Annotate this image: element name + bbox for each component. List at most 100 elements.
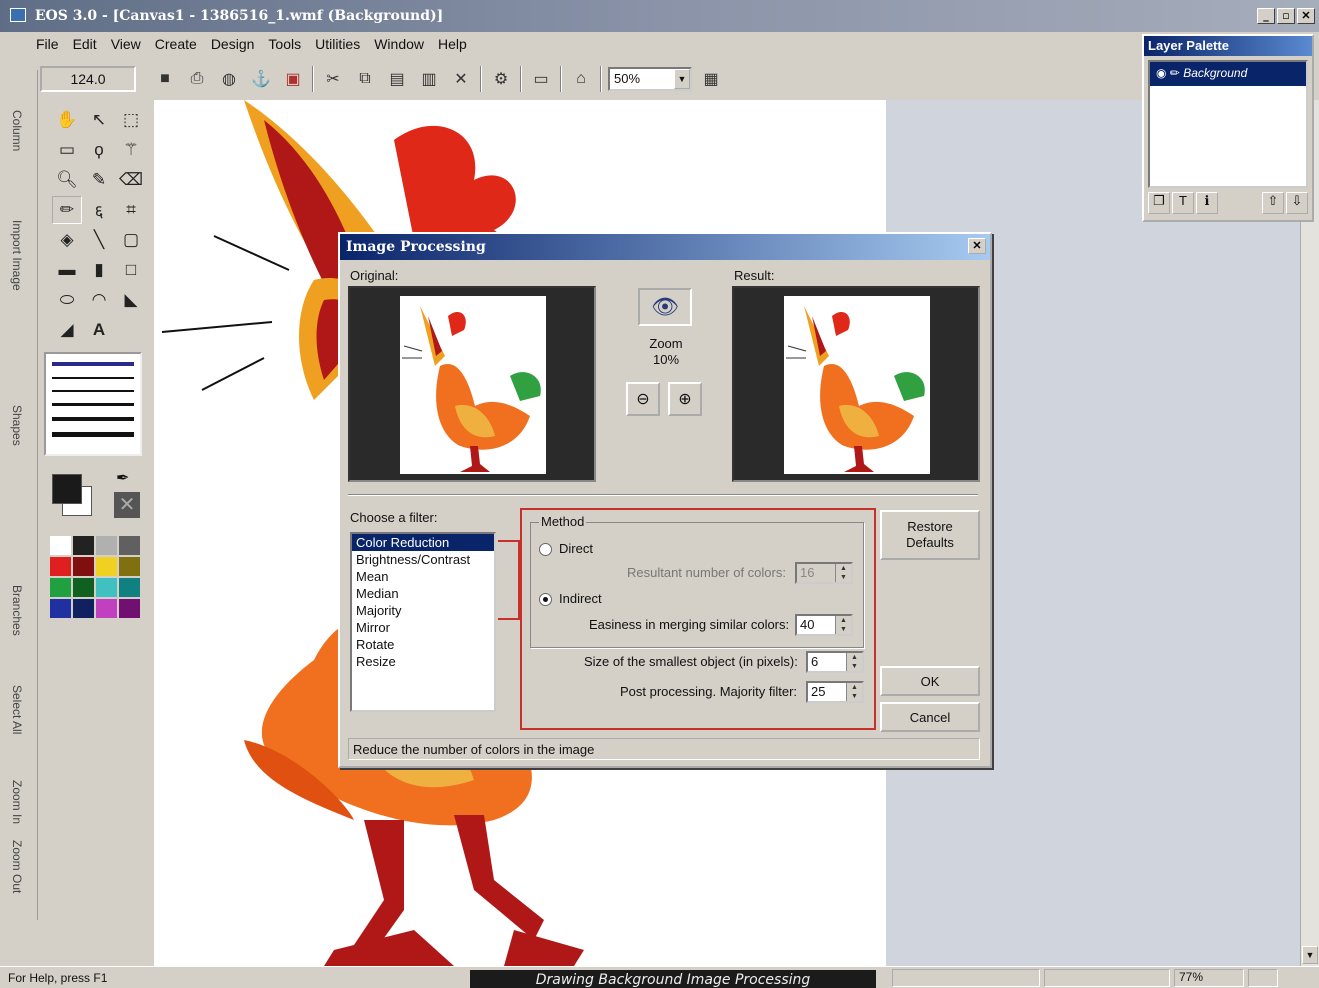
print-icon[interactable]: ⎙	[184, 66, 210, 92]
crop-icon[interactable]: ⌗	[116, 196, 146, 224]
majority-filter-field[interactable]: 25 ▲ ▼	[806, 681, 864, 703]
list-item[interactable]: Majority	[352, 602, 494, 619]
paste-icon[interactable]: ▤	[384, 66, 410, 92]
palette-color[interactable]	[73, 599, 94, 618]
smallest-object-field[interactable]: 6 ▲ ▼	[806, 651, 864, 673]
palette-color[interactable]	[50, 557, 71, 576]
filter-list[interactable]: Color Reduction Brightness/Contrast Mean…	[350, 532, 496, 712]
filled-rect-icon[interactable]: ▬	[52, 256, 82, 284]
zoom-in-button[interactable]: ⊕	[668, 382, 702, 416]
home-icon[interactable]: ⌂	[568, 66, 594, 92]
list-item[interactable]: Median	[352, 585, 494, 602]
palette-color[interactable]	[73, 578, 94, 597]
zoom-out-button[interactable]: ⊖	[626, 382, 660, 416]
side-tab-import-image[interactable]: Import Image	[10, 220, 24, 291]
palette-color[interactable]	[73, 557, 94, 576]
indirect-radio[interactable]	[539, 593, 552, 606]
color-swatches[interactable]: ✒ ✕	[44, 466, 148, 526]
globe-icon[interactable]: ◍	[216, 66, 242, 92]
list-item[interactable]: Rotate	[352, 636, 494, 653]
side-tab-select-all[interactable]: Select All	[10, 685, 24, 734]
new-layer-icon[interactable]: ❐	[1148, 192, 1170, 214]
dialog-close-icon[interactable]: ✕	[968, 238, 986, 254]
line-width-picker[interactable]	[44, 352, 142, 456]
list-item[interactable]: Brightness/Contrast	[352, 551, 494, 568]
palette-color[interactable]	[50, 599, 71, 618]
palette-color[interactable]	[119, 599, 140, 618]
pencil-icon[interactable]: ✏	[52, 196, 82, 224]
layers-icon[interactable]: ▣	[280, 66, 306, 92]
direct-radio[interactable]	[539, 543, 552, 556]
fill-icon[interactable]: ◈	[52, 226, 82, 254]
side-tab-branches[interactable]: Branches	[10, 585, 24, 636]
scroll-down-arrow-icon[interactable]: ▼	[1302, 946, 1318, 964]
rectangle-icon[interactable]: □	[116, 256, 146, 284]
restore-defaults-button[interactable]: Restore Defaults	[880, 510, 980, 560]
vertical-scrollbar[interactable]: ▼	[1300, 100, 1319, 966]
eyedropper-small-icon[interactable]: ✒	[116, 468, 129, 488]
rect-select-icon[interactable]: ▭	[52, 136, 82, 164]
cancel-button[interactable]: Cancel	[880, 702, 980, 732]
list-item[interactable]: Mean	[352, 568, 494, 585]
layer-row-background[interactable]: ◉ ✏ Background	[1150, 62, 1306, 86]
info-icon[interactable]: ℹ	[1196, 192, 1218, 214]
menu-tools[interactable]: Tools	[268, 36, 301, 56]
easiness-field[interactable]: 40 ▲ ▼	[795, 614, 853, 636]
curve-icon[interactable]: ६	[84, 196, 114, 224]
spinner-arrows-icon[interactable]: ▲ ▼	[846, 653, 862, 671]
palette-color[interactable]	[96, 536, 117, 555]
no-color-icon[interactable]: ✕	[114, 492, 140, 518]
paste-special-icon[interactable]: ▥	[416, 66, 442, 92]
text-tool-icon[interactable]: A	[84, 316, 114, 344]
eye-icon[interactable]: ◉ ✏	[1156, 66, 1183, 80]
palette-color[interactable]	[73, 536, 94, 555]
lasso-icon[interactable]: ϙ	[84, 136, 114, 164]
side-tab-zoom-out[interactable]: Zoom Out	[10, 840, 24, 893]
menu-create[interactable]: Create	[155, 36, 197, 56]
ok-button[interactable]: OK	[880, 666, 980, 696]
line-icon[interactable]: ╲	[84, 226, 114, 254]
text-layer-icon[interactable]: T	[1172, 192, 1194, 214]
settings-icon[interactable]: ⚙	[488, 66, 514, 92]
pie-icon[interactable]: ◣	[116, 286, 146, 314]
menu-edit[interactable]: Edit	[73, 36, 97, 56]
palette-color[interactable]	[96, 557, 117, 576]
foreground-color-swatch[interactable]	[52, 474, 82, 504]
frame-icon[interactable]: ▭	[528, 66, 554, 92]
eyedropper-icon[interactable]: ✎	[84, 166, 114, 194]
palette-color[interactable]	[119, 578, 140, 597]
arc-icon[interactable]: ◠	[84, 286, 114, 314]
menu-utilities[interactable]: Utilities	[315, 36, 360, 56]
side-tab-zoom-in[interactable]: Zoom In	[10, 780, 24, 824]
move-down-icon[interactable]: ⇩	[1286, 192, 1308, 214]
maximize-button[interactable]: ▫	[1277, 8, 1295, 24]
magic-wand-icon[interactable]: ⚚	[116, 136, 146, 164]
chevron-down-icon[interactable]: ▼	[674, 69, 690, 89]
size-field[interactable]: 124.0	[40, 66, 136, 92]
palette-color[interactable]	[119, 557, 140, 576]
hand-tool-icon[interactable]: ✋	[52, 106, 82, 134]
minimize-button[interactable]: _	[1257, 8, 1275, 24]
palette-color[interactable]	[96, 599, 117, 618]
delete-icon[interactable]: ✕	[448, 66, 474, 92]
side-tab-shapes[interactable]: Shapes	[10, 405, 24, 446]
save-icon[interactable]: ■	[152, 66, 178, 92]
eye-preview-button[interactable]: 👁︎	[638, 288, 692, 326]
copy-icon[interactable]: ⧉	[352, 66, 378, 92]
filled-rounded-icon[interactable]: ▮	[84, 256, 114, 284]
list-item[interactable]: Color Reduction	[352, 534, 494, 551]
layer-list[interactable]: ◉ ✏ Background	[1148, 60, 1308, 188]
list-item[interactable]: Mirror	[352, 619, 494, 636]
polygon-icon[interactable]: ◢	[52, 316, 82, 344]
zoom-select[interactable]: 50% ▼	[608, 67, 692, 91]
move-up-icon[interactable]: ⇧	[1262, 192, 1284, 214]
menu-design[interactable]: Design	[211, 36, 255, 56]
select-rect-icon[interactable]: ⬚	[116, 106, 146, 134]
rounded-rect-icon[interactable]: ▢	[116, 226, 146, 254]
spinner-arrows-icon[interactable]: ▲ ▼	[846, 683, 862, 701]
cut-icon[interactable]: ✂	[320, 66, 346, 92]
menu-help[interactable]: Help	[438, 36, 467, 56]
palette-color[interactable]	[96, 578, 117, 597]
anchor-icon[interactable]: ⚓	[248, 66, 274, 92]
close-button[interactable]: ✕	[1297, 8, 1315, 24]
